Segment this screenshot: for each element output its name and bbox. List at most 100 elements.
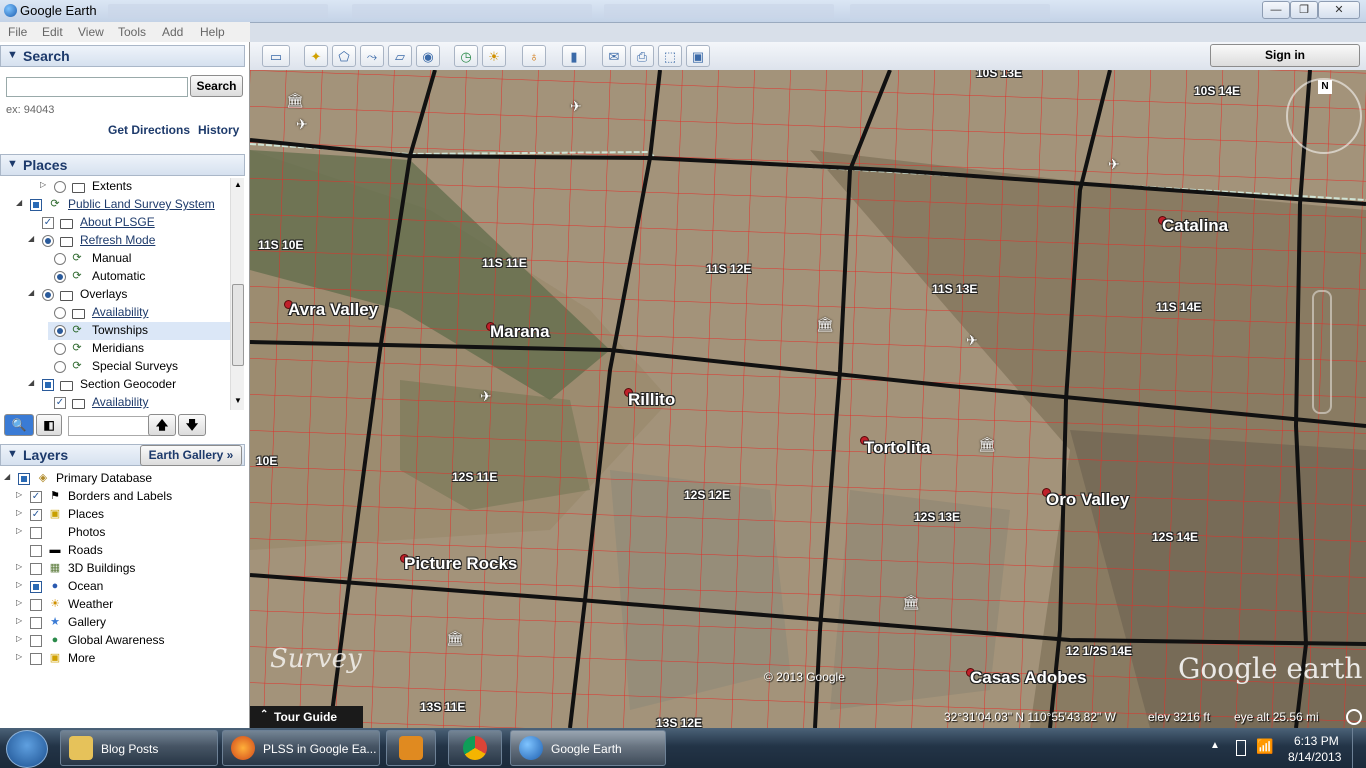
menu-add[interactable]: Add — [162, 25, 183, 39]
collapse-icon[interactable]: ◢ — [16, 198, 22, 207]
email-icon[interactable]: ✉ — [602, 45, 626, 67]
museum-icon[interactable]: 🏛 — [446, 630, 464, 647]
expand-icon[interactable]: ▷ — [16, 562, 22, 571]
image-overlay-icon[interactable]: ▱ — [388, 45, 412, 67]
city-label[interactable]: Rillito — [628, 390, 675, 410]
taskbar-item-blog-posts[interactable]: Blog Posts — [60, 730, 218, 766]
places-header[interactable]: ▼ Places — [0, 154, 245, 176]
polygon-icon[interactable]: ⬠ — [332, 45, 356, 67]
tree-item-section-geocoder[interactable]: ◢ Section Geocoder — [0, 376, 230, 394]
close-button[interactable]: ✕ — [1318, 1, 1360, 19]
taskbar-item-google-earth[interactable]: Google Earth — [510, 730, 666, 766]
expand-icon[interactable]: ▷ — [16, 526, 22, 535]
tree-item-label[interactable]: Refresh Mode — [80, 233, 155, 247]
checkbox[interactable] — [30, 653, 42, 665]
checkbox[interactable]: ✓ — [54, 397, 66, 409]
expand-icon[interactable]: ▷ — [16, 634, 22, 643]
collapse-icon[interactable]: ◢ — [28, 234, 34, 243]
tray-expand-icon[interactable]: ▲ — [1210, 740, 1220, 751]
search-header[interactable]: ▼ Search — [0, 45, 245, 67]
checkbox[interactable] — [42, 379, 54, 391]
menu-view[interactable]: View — [78, 25, 104, 39]
airport-icon[interactable]: ✈ — [480, 388, 492, 405]
layer-borders-labels[interactable]: ▷ ✓ ⚑ Borders and Labels — [0, 488, 240, 506]
layer-photos[interactable]: ▷ Photos — [0, 524, 240, 542]
checkbox[interactable]: ✓ — [42, 217, 54, 229]
tree-item-overlays[interactable]: ◢ Overlays — [0, 286, 230, 304]
show-desktop-button[interactable] — [1352, 728, 1366, 768]
layer-roads[interactable]: ▬ Roads — [0, 542, 240, 560]
expand-icon[interactable]: ▷ — [16, 508, 22, 517]
sign-in-button[interactable]: Sign in — [1210, 44, 1360, 67]
scroll-up-icon[interactable]: ▲ — [234, 180, 242, 189]
sunlight-icon[interactable]: ☀ — [482, 45, 506, 67]
museum-icon[interactable]: 🏛 — [816, 316, 834, 333]
minimize-button[interactable]: — — [1262, 1, 1290, 19]
taskbar-item-media[interactable] — [386, 730, 436, 766]
tree-item-availability-2[interactable]: ✓ Availability — [0, 394, 230, 410]
clock-date[interactable]: 8/14/2013 — [1288, 750, 1341, 764]
tree-item-about[interactable]: ✓ About PLSGE — [0, 214, 230, 232]
tree-item-extents[interactable]: ▷ Extents — [0, 178, 230, 196]
airport-icon[interactable]: ✈ — [296, 116, 308, 133]
save-image-icon[interactable]: ▣ — [686, 45, 710, 67]
city-label[interactable]: Marana — [490, 322, 550, 342]
taskbar-item-chrome[interactable] — [448, 730, 502, 766]
menu-file[interactable]: File — [8, 25, 27, 39]
get-directions-link[interactable]: Get Directions — [108, 123, 190, 137]
battery-icon[interactable] — [1236, 740, 1246, 756]
city-label[interactable]: Avra Valley — [288, 300, 378, 320]
places-scrollbar[interactable]: ▲ ▼ — [230, 178, 244, 410]
move-down-button[interactable]: 🡇 — [178, 414, 206, 436]
airport-icon[interactable]: ✈ — [570, 98, 582, 115]
clock-time[interactable]: 6:13 PM — [1294, 734, 1339, 748]
panel-toggle-button[interactable]: ◧ — [36, 414, 62, 436]
checkbox[interactable] — [18, 473, 30, 485]
radio[interactable] — [54, 271, 66, 283]
checkbox[interactable] — [30, 617, 42, 629]
tree-item-label[interactable]: About PLSGE — [80, 215, 155, 229]
layer-ocean[interactable]: ▷ ● Ocean — [0, 578, 240, 596]
city-label[interactable]: Catalina — [1162, 216, 1228, 236]
city-label[interactable]: Tortolita — [864, 438, 931, 458]
tree-item-label[interactable]: Availability — [92, 305, 148, 319]
radio[interactable] — [54, 181, 66, 193]
layer-weather[interactable]: ▷ ☀ Weather — [0, 596, 240, 614]
print-icon[interactable]: ⎙ — [630, 45, 654, 67]
radio[interactable] — [54, 361, 66, 373]
checkbox[interactable]: ✓ — [30, 491, 42, 503]
search-button[interactable]: Search — [190, 75, 243, 97]
collapse-icon[interactable]: ◢ — [4, 472, 10, 481]
menu-help[interactable]: Help — [200, 25, 225, 39]
tour-guide-button[interactable]: ⌃ Tour Guide — [250, 706, 363, 728]
history-link[interactable]: History — [198, 123, 239, 137]
tree-item-label[interactable]: Availability — [92, 395, 148, 409]
expand-icon[interactable]: ▷ — [16, 652, 22, 661]
radio[interactable] — [54, 325, 66, 337]
path-icon[interactable]: ⤳ — [360, 45, 384, 67]
compass-control[interactable]: N — [1286, 78, 1362, 154]
radio[interactable] — [54, 343, 66, 355]
start-button[interactable] — [6, 730, 48, 768]
map-view[interactable]: 10S 13E 10S 14E 11S 10E 11S 11E 11S 12E … — [250, 70, 1366, 728]
layer-gallery[interactable]: ▷ ★ Gallery — [0, 614, 240, 632]
city-label[interactable]: Oro Valley — [1046, 490, 1129, 510]
search-input[interactable] — [6, 77, 188, 97]
collapse-icon[interactable]: ◢ — [28, 288, 34, 297]
airport-icon[interactable]: ✈ — [966, 332, 978, 349]
checkbox[interactable] — [30, 545, 42, 557]
menu-edit[interactable]: Edit — [42, 25, 63, 39]
tree-item-automatic[interactable]: ⟳ Automatic — [0, 268, 230, 286]
radio[interactable] — [42, 235, 54, 247]
places-filter-input[interactable] — [68, 416, 150, 436]
taskbar-item-firefox[interactable]: PLSS in Google Ea... — [222, 730, 380, 766]
checkbox[interactable] — [30, 599, 42, 611]
layer-primary-database[interactable]: ◢ ◈ Primary Database — [0, 470, 240, 488]
layer-places[interactable]: ▷ ✓ ▣ Places — [0, 506, 240, 524]
placemark-icon[interactable]: ✦ — [304, 45, 328, 67]
expand-icon[interactable]: ▷ — [16, 598, 22, 607]
airport-icon[interactable]: ✈ — [1108, 156, 1120, 173]
radio[interactable] — [54, 307, 66, 319]
view-in-maps-icon[interactable]: ⬚ — [658, 45, 682, 67]
layer-more[interactable]: ▷ ▣ More — [0, 650, 240, 668]
